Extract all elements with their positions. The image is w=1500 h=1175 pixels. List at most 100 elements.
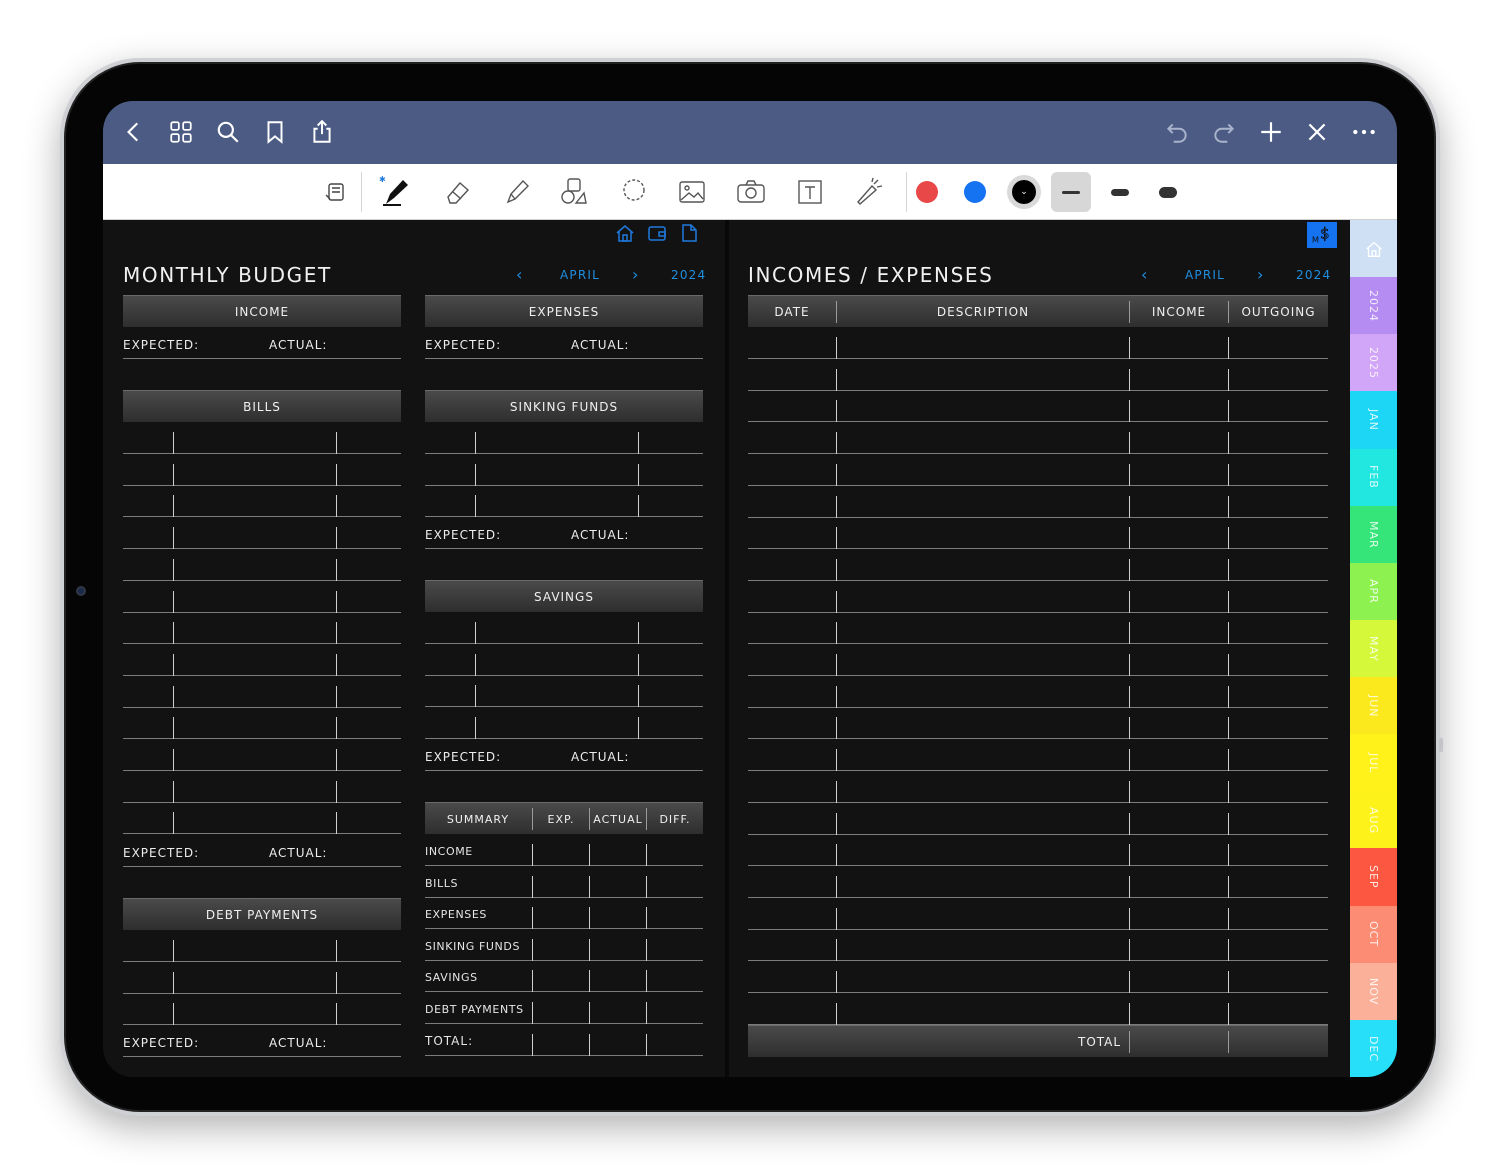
bills-entry-row[interactable]: [123, 549, 401, 581]
ledger-entry-row[interactable]: [748, 993, 1328, 1025]
ledger-entry-row[interactable]: [748, 549, 1328, 581]
color-black-swatch[interactable]: ⌄: [1007, 175, 1041, 209]
sinking-entry-row[interactable]: [425, 454, 703, 486]
bills-entry-row[interactable]: [123, 707, 401, 740]
side-tab-aug[interactable]: AUG: [1350, 791, 1397, 849]
ledger-entry-row[interactable]: [748, 961, 1328, 993]
highlighter-icon[interactable]: [496, 172, 536, 212]
laser-pointer-icon[interactable]: [849, 172, 889, 212]
stroke-thin-button[interactable]: [1051, 172, 1091, 212]
month-label[interactable]: APRIL: [560, 268, 600, 282]
ledger-entry-row[interactable]: [748, 581, 1328, 613]
ledger-entry-row[interactable]: [748, 707, 1328, 740]
toolbar-toggle-icon[interactable]: [317, 172, 357, 212]
close-tools-icon[interactable]: [1302, 117, 1332, 147]
side-tab-dec[interactable]: DEC: [1350, 1019, 1397, 1077]
eraser-icon[interactable]: [437, 172, 477, 212]
pen-icon[interactable]: ✱: [376, 172, 416, 212]
ledger-entry-row[interactable]: [748, 834, 1328, 867]
bills-entry-row[interactable]: [123, 771, 401, 803]
ledger-entry-row[interactable]: [748, 898, 1328, 930]
ledger-entry-row[interactable]: [748, 644, 1328, 676]
bills-entry-row[interactable]: [123, 739, 401, 771]
bills-entry-row[interactable]: [123, 517, 401, 550]
bills-entry-row[interactable]: [123, 612, 401, 645]
ledger-entry-row[interactable]: [748, 739, 1328, 772]
savings-summary-row[interactable]: EXPECTED: ACTUAL:: [425, 739, 703, 771]
summary-row[interactable]: INCOME: [425, 834, 703, 866]
year-label[interactable]: 2024: [671, 268, 706, 282]
bills-entry-row[interactable]: [123, 422, 401, 454]
prev-month-button[interactable]: ‹: [516, 265, 522, 284]
ledger-entry-row[interactable]: [748, 676, 1328, 708]
side-tab-2025[interactable]: 2025: [1350, 334, 1397, 392]
ledger-entry-row[interactable]: [748, 803, 1328, 835]
side-tab-feb[interactable]: FEB: [1350, 448, 1397, 507]
sinking-summary-row[interactable]: EXPECTED: ACTUAL:: [425, 517, 703, 549]
savings-entry-row[interactable]: [425, 644, 703, 676]
prev-month-button[interactable]: ‹: [1141, 265, 1147, 284]
image-icon[interactable]: [672, 172, 712, 212]
summary-row[interactable]: DEBT PAYMENTS: [425, 992, 703, 1024]
savings-entry-row[interactable]: [425, 675, 703, 708]
home-icon[interactable]: [614, 222, 636, 244]
side-tab-2024[interactable]: 2024: [1350, 277, 1397, 335]
share-icon[interactable]: [307, 117, 337, 147]
bookmark-icon[interactable]: [260, 117, 290, 147]
undo-icon[interactable]: [1162, 117, 1192, 147]
bills-entry-row[interactable]: [123, 676, 401, 708]
ledger-entry-row[interactable]: [748, 422, 1328, 455]
debt-entry-row[interactable]: [123, 930, 401, 962]
color-red-swatch[interactable]: [916, 181, 938, 203]
more-icon[interactable]: [1349, 117, 1379, 147]
ledger-entry-row[interactable]: [748, 612, 1328, 645]
search-icon[interactable]: [213, 117, 243, 147]
side-tab-jan[interactable]: JAN: [1350, 391, 1397, 450]
ledger-entry-row[interactable]: [748, 929, 1328, 962]
ledger-entry-row[interactable]: [748, 327, 1328, 359]
income-summary-row[interactable]: EXPECTED: ACTUAL:: [123, 327, 401, 359]
side-tab-sep[interactable]: SEP: [1350, 848, 1397, 907]
ledger-entry-row[interactable]: [748, 866, 1328, 898]
expenses-summary-row[interactable]: EXPECTED: ACTUAL:: [425, 327, 703, 359]
bills-entry-row[interactable]: [123, 644, 401, 676]
bills-entry-row[interactable]: [123, 802, 401, 835]
summary-row[interactable]: BILLS: [425, 866, 703, 898]
sinking-entry-row[interactable]: [425, 485, 703, 518]
year-label[interactable]: 2024: [1296, 268, 1331, 282]
camera-icon[interactable]: [731, 172, 771, 212]
side-tab-oct[interactable]: OCT: [1350, 905, 1397, 964]
debt-entry-row[interactable]: [123, 962, 401, 994]
ledger-entry-row[interactable]: [748, 390, 1328, 423]
document-icon[interactable]: [678, 222, 700, 244]
month-label[interactable]: APRIL: [1185, 268, 1225, 282]
side-tab-apr[interactable]: APR: [1350, 562, 1397, 621]
debt-summary-row[interactable]: EXPECTED: ACTUAL:: [123, 1025, 401, 1057]
redo-icon[interactable]: [1209, 117, 1239, 147]
stroke-thick-button[interactable]: [1148, 172, 1188, 212]
back-chevron-icon[interactable]: [119, 117, 149, 147]
ledger-entry-row[interactable]: [748, 771, 1328, 803]
summary-row[interactable]: EXPENSES: [425, 897, 703, 930]
summary-row[interactable]: SINKING FUNDS: [425, 929, 703, 961]
side-tab-mar[interactable]: MAR: [1350, 505, 1397, 564]
savings-entry-row[interactable]: [425, 612, 703, 644]
grid-icon[interactable]: [166, 117, 196, 147]
next-month-button[interactable]: ›: [1257, 265, 1263, 284]
bills-entry-row[interactable]: [123, 454, 401, 486]
plus-icon[interactable]: [1256, 117, 1286, 147]
sinking-entry-row[interactable]: [425, 422, 703, 454]
stroke-medium-button[interactable]: [1100, 172, 1140, 212]
bills-summary-row[interactable]: EXPECTED: ACTUAL:: [123, 835, 401, 867]
wallet-icon[interactable]: [646, 222, 668, 244]
side-tab-jun[interactable]: JUN: [1350, 677, 1397, 735]
ledger-entry-row[interactable]: [748, 454, 1328, 486]
shapes-icon[interactable]: [554, 172, 594, 212]
color-blue-swatch[interactable]: [964, 181, 986, 203]
bills-entry-row[interactable]: [123, 485, 401, 518]
ledger-entry-row[interactable]: [748, 486, 1328, 518]
side-tab-jul[interactable]: JUL: [1350, 734, 1397, 792]
summary-row[interactable]: SAVINGS: [425, 960, 703, 993]
side-tab-home[interactable]: [1350, 220, 1397, 278]
text-icon[interactable]: [790, 172, 830, 212]
